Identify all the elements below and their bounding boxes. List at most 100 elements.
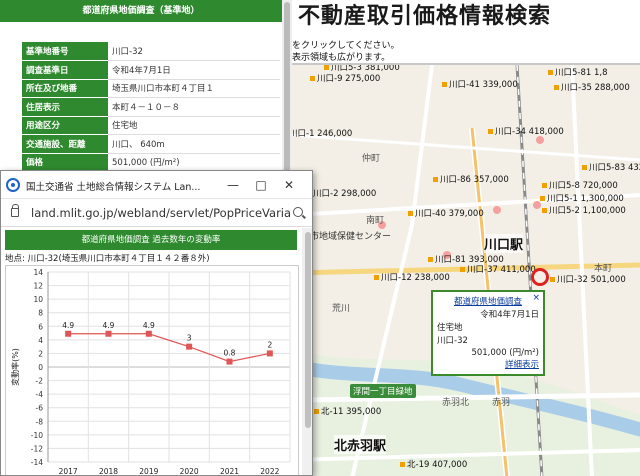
info-table: 基準地番号 川口-32 調査基準日 令和4年7月1日 所在及び地番 埼玉県川口市本町４… bbox=[22, 42, 280, 172]
minimize-button[interactable]: — bbox=[219, 175, 247, 195]
popup-date: 令和4年7月1日 bbox=[480, 310, 539, 320]
y-tick-label: -6 bbox=[36, 404, 44, 413]
y-tick-label: -4 bbox=[36, 390, 44, 399]
row-value: 川口、 640m bbox=[108, 134, 280, 154]
place-label: 南町 bbox=[366, 216, 385, 226]
site-favicon-icon bbox=[6, 178, 20, 192]
place-label: 赤羽北 bbox=[442, 398, 470, 408]
x-tick-label: 2021 bbox=[220, 467, 239, 476]
table-row: 所在及び地番 埼玉県川口市本町４丁目１ bbox=[22, 79, 280, 98]
green-label: 浮間一丁目緑地 bbox=[350, 384, 416, 398]
price-label[interactable]: 川口-35 288,000 bbox=[554, 81, 630, 93]
lock-icon bbox=[11, 204, 19, 217]
y-tick-label: -14 bbox=[31, 458, 43, 467]
y-tick-label: 12 bbox=[33, 282, 43, 291]
row-value: 本町４－１０－８ bbox=[108, 97, 280, 117]
price-label[interactable]: 川口-2 298,000 bbox=[306, 187, 376, 199]
address-bar[interactable]: land.mlit.go.jp/webland/servlet/PopPrice… bbox=[1, 199, 312, 227]
x-tick-label: 2017 bbox=[59, 467, 78, 476]
place-label: 赤羽 bbox=[492, 398, 511, 408]
popup-title-link[interactable]: 都道府県地価調査 bbox=[437, 295, 539, 307]
close-icon[interactable]: × bbox=[532, 293, 540, 303]
place-label: 市地域保健センター bbox=[310, 232, 392, 242]
price-label[interactable]: 川口5-1 1,300,000 bbox=[540, 192, 624, 204]
station-label: 北赤羽駅 bbox=[334, 435, 387, 454]
table-row: 価格 501,000 (円/m²) bbox=[22, 153, 280, 172]
map-page: 不動産取引価格情報検索 をクリックしてください。 表示領域も広がります。 川口5… bbox=[292, 0, 640, 476]
scrollbar-thumb[interactable] bbox=[305, 232, 311, 428]
y-tick-label: 4 bbox=[38, 336, 43, 345]
data-label: 3 bbox=[187, 334, 192, 343]
map[interactable]: 川口5-3 381,000 川口-9 275,000 川口-41 339,000… bbox=[292, 63, 640, 476]
price-label[interactable]: 川口-40 379,000 bbox=[408, 207, 484, 219]
price-label[interactable]: 北-11 395,000 bbox=[314, 405, 381, 417]
scrollbar-thumb[interactable] bbox=[284, 2, 290, 172]
price-label[interactable]: 川口-9 275,000 bbox=[310, 72, 380, 84]
price-label[interactable]: 川口-34 418,000 bbox=[488, 125, 564, 137]
place-label: 本町 bbox=[594, 264, 613, 274]
row-value: 501,000 (円/m²) bbox=[108, 153, 280, 172]
table-row: 交通施設、距離 川口、 640m bbox=[22, 134, 280, 154]
popup-window: 国土交通省 土地総合情報システム Lan... — □ ✕ land.mlit.… bbox=[0, 170, 313, 476]
location-marker-icon[interactable] bbox=[531, 268, 549, 286]
table-row: 基準地番号 川口-32 bbox=[22, 42, 280, 61]
search-icon[interactable] bbox=[293, 207, 303, 217]
popup-content: 都道府県地価調査 過去数年の変動率 地点: 川口-32(埼玉県川口市本町４丁目１… bbox=[1, 228, 312, 476]
row-key: 交通施設、距離 bbox=[22, 134, 108, 154]
y-tick-label: 8 bbox=[38, 309, 43, 318]
row-value: 住宅地 bbox=[108, 116, 280, 135]
price-label[interactable]: 川口-86 357,000 bbox=[433, 173, 509, 185]
price-label[interactable]: 川口-1 246,000 bbox=[292, 127, 352, 139]
popup-scrollbar[interactable] bbox=[302, 228, 312, 475]
close-window-button[interactable]: ✕ bbox=[275, 175, 303, 195]
data-label: 4.9 bbox=[62, 321, 74, 330]
data-label: 4.9 bbox=[103, 321, 115, 330]
place-label: 仲町 bbox=[362, 154, 381, 164]
chart-location: 地点: 川口-32(埼玉県川口市本町４丁目１４２番８外) bbox=[5, 254, 210, 264]
url-text[interactable]: land.mlit.go.jp/webland/servlet/PopPrice… bbox=[31, 206, 291, 220]
maximize-button[interactable]: □ bbox=[247, 175, 275, 195]
data-point bbox=[65, 330, 72, 337]
price-label[interactable]: 北-19 407,000 bbox=[400, 458, 467, 470]
price-label[interactable]: 川口5-83 432 bbox=[582, 161, 640, 173]
x-tick-label: 2022 bbox=[260, 467, 279, 476]
row-key: 住居表示 bbox=[22, 97, 108, 117]
row-key: 所在及び地番 bbox=[22, 79, 108, 98]
data-point bbox=[105, 330, 112, 337]
popup-price: 501,000 (円/m²) bbox=[471, 348, 539, 358]
row-value: 埼玉県川口市本町４丁目１ bbox=[108, 79, 280, 98]
row-value: 川口-32 bbox=[108, 42, 280, 61]
data-point bbox=[266, 350, 273, 357]
data-point bbox=[145, 330, 152, 337]
price-label[interactable]: 川口5-2 1,100,000 bbox=[542, 204, 626, 216]
price-label[interactable]: 川口-41 339,000 bbox=[442, 78, 518, 90]
price-label[interactable]: 川口5-81 1,8 bbox=[548, 66, 608, 78]
table-row: 調査基準日 令和4年7月1日 bbox=[22, 60, 280, 80]
window-title: 国土交通省 土地総合情報システム Lan... bbox=[26, 182, 201, 193]
detail-link[interactable]: 詳細表示 bbox=[437, 358, 539, 370]
price-label[interactable]: 川口-32 501,000 bbox=[550, 273, 626, 285]
data-point bbox=[226, 358, 233, 365]
info-page-header: 都道府県地価調査（基準地） bbox=[0, 0, 282, 22]
window-titlebar[interactable]: 国土交通省 土地総合情報システム Lan... — □ ✕ bbox=[1, 171, 312, 199]
table-row: 住居表示 本町４－１０－８ bbox=[22, 97, 280, 117]
price-label[interactable]: 川口5-8 720,000 bbox=[542, 179, 618, 191]
station-label: 川口駅 bbox=[484, 234, 524, 253]
row-value: 令和4年7月1日 bbox=[108, 60, 280, 80]
y-tick-label: -12 bbox=[31, 444, 43, 453]
price-label[interactable]: 川口-37 411,000 bbox=[460, 263, 536, 275]
popup-use: 住宅地 bbox=[437, 323, 463, 333]
y-tick-label: 2 bbox=[38, 349, 43, 358]
map-info-popup: × 都道府県地価調査 令和4年7月1日 住宅地 川口-32 501,000 (円… bbox=[431, 290, 545, 376]
table-row: 用途区分 住宅地 bbox=[22, 116, 280, 135]
x-tick-label: 2019 bbox=[139, 467, 158, 476]
row-key: 価格 bbox=[22, 153, 108, 172]
popup-code: 川口-32 bbox=[437, 336, 468, 346]
chart-container: 14 12 10 8 6 4 2 0 -2 -4 -6 -8 -10 -12 -14 変動率(%) 4.9 4.9… bbox=[5, 265, 299, 476]
x-tick-label: 2018 bbox=[99, 467, 118, 476]
y-tick-label: 10 bbox=[33, 295, 43, 304]
price-label[interactable]: 川口-12 238,000 bbox=[374, 271, 450, 283]
y-axis-label: 変動率(%) bbox=[10, 348, 20, 386]
instruction-text: 表示領域も広がります。 bbox=[292, 53, 391, 63]
data-label: 0.8 bbox=[224, 349, 236, 358]
